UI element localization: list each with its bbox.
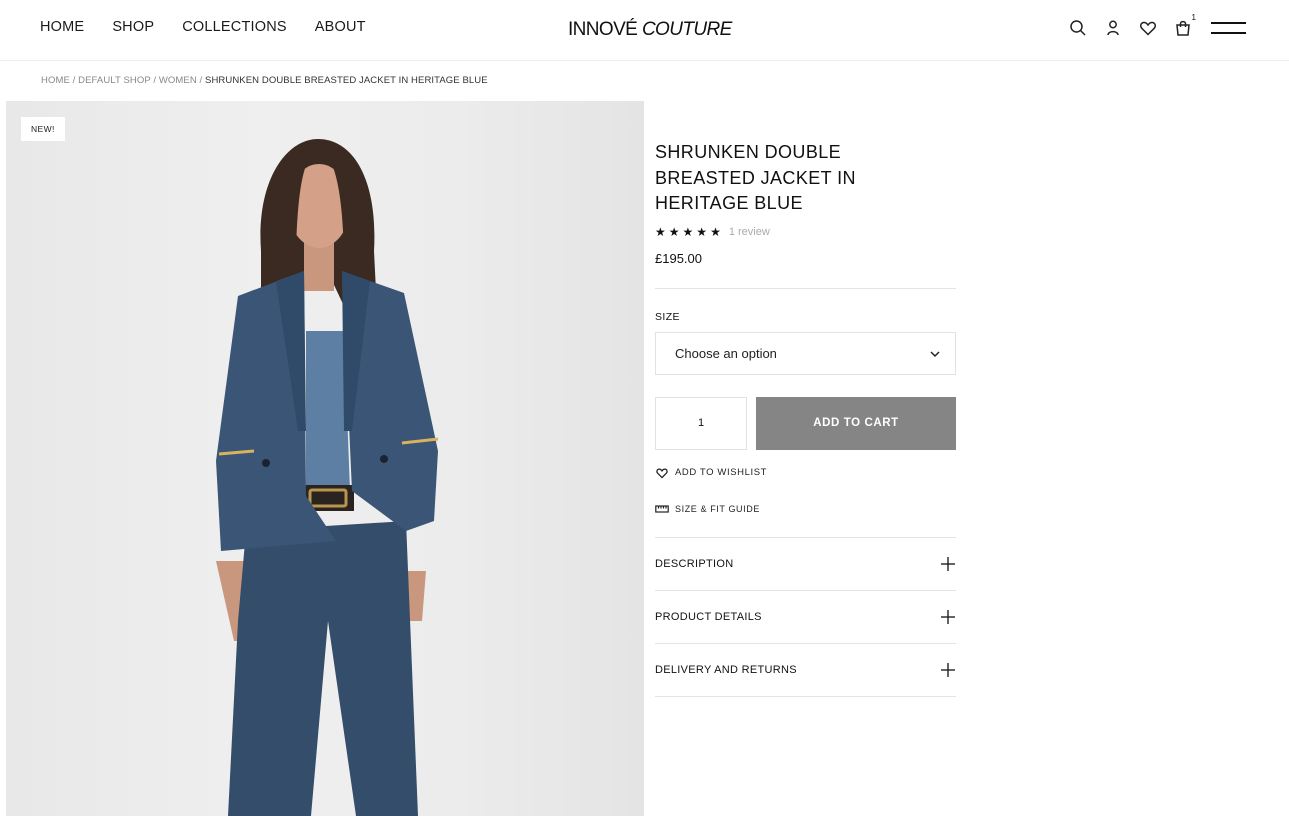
product-image[interactable]: NEW! [6,101,644,816]
new-badge: NEW! [21,117,65,141]
chevron-down-icon [930,350,940,357]
product-accordion: DESCRIPTION PRODUCT DETAILS DELIVERY AND… [655,536,956,697]
cart-button[interactable]: 1 [1173,13,1196,38]
product-title: SHRUNKEN DOUBLE BREASTED JACKET IN HERIT… [655,142,856,213]
heart-icon[interactable] [1138,18,1158,38]
breadcrumb-women[interactable]: WOMEN [159,75,197,86]
accordion-delivery-returns[interactable]: DELIVERY AND RETURNS [655,644,956,697]
nav-shop[interactable]: SHOP [112,19,154,35]
star-icon: ★ [696,224,708,239]
star-icon: ★ [682,224,694,239]
breadcrumb-current: SHRUNKEN DOUBLE BREASTED JACKET IN HERIT… [205,75,488,86]
nav-home[interactable]: HOME [40,19,84,35]
plus-icon [941,609,955,624]
accordion-description[interactable]: DESCRIPTION [655,538,956,591]
site-logo[interactable]: INNOVÉ COUTURE [568,19,732,41]
size-select-value: Choose an option [675,345,777,361]
wishlist-label: ADD TO WISHLIST [675,467,768,478]
breadcrumb-default-shop[interactable]: DEFAULT SHOP [78,75,150,86]
nav-about[interactable]: ABOUT [315,19,366,35]
logo-part-1: INNOVÉ [568,19,638,40]
accordion-label: PRODUCT DETAILS [655,610,762,623]
site-header: HOME SHOP COLLECTIONS ABOUT INNOVÉ COUTU… [0,0,1289,61]
divider [655,287,956,289]
heart-icon [656,467,668,478]
breadcrumb: HOME / DEFAULT SHOP / WOMEN / SHRUNKEN D… [41,75,488,86]
logo-part-2: COUTURE [641,19,732,40]
size-guide-label: SIZE & FIT GUIDE [675,503,760,514]
size-label: SIZE [655,310,680,323]
product-details: SHRUNKEN DOUBLE BREASTED JACKET IN HERIT… [655,140,956,697]
accordion-label: DELIVERY AND RETURNS [655,663,797,676]
breadcrumb-separator: / [69,75,79,86]
accordion-product-details[interactable]: PRODUCT DETAILS [655,591,956,644]
add-to-cart-button[interactable]: ADD TO CART [756,396,956,450]
size-select[interactable]: Choose an option [655,331,956,375]
product-rating: ★ ★ ★ ★ ★ 1 review [655,226,956,238]
breadcrumb-home[interactable]: HOME [41,75,70,86]
breadcrumb-separator: / [196,75,206,86]
star-icon: ★ [710,224,721,239]
review-link[interactable]: 1 review [729,226,770,238]
menu-icon[interactable] [1211,20,1246,36]
header-icons: 1 [1068,13,1196,38]
star-icon: ★ [655,224,666,239]
size-guide-link[interactable]: SIZE & FIT GUIDE [655,502,956,516]
accordion-label: DESCRIPTION [655,557,734,570]
nav-collections[interactable]: COLLECTIONS [182,19,287,35]
bag-icon [1176,20,1190,36]
main-nav: HOME SHOP COLLECTIONS ABOUT [40,19,366,35]
star-icon: ★ [668,224,680,239]
add-to-cart-row: 1 ADD TO CART [655,396,956,450]
plus-icon [941,662,955,677]
cart-count-badge: 1 [1191,13,1196,22]
account-icon[interactable] [1103,18,1123,38]
add-to-wishlist-link[interactable]: ADD TO WISHLIST [655,466,956,480]
product-price: £195.00 [655,250,702,266]
star-rating: ★ ★ ★ ★ ★ [655,226,721,238]
quantity-input[interactable]: 1 [655,396,747,450]
plus-icon [941,556,955,571]
breadcrumb-separator: / [150,75,159,86]
search-icon[interactable] [1068,18,1088,38]
ruler-icon [655,504,669,513]
model-illustration [216,139,439,816]
